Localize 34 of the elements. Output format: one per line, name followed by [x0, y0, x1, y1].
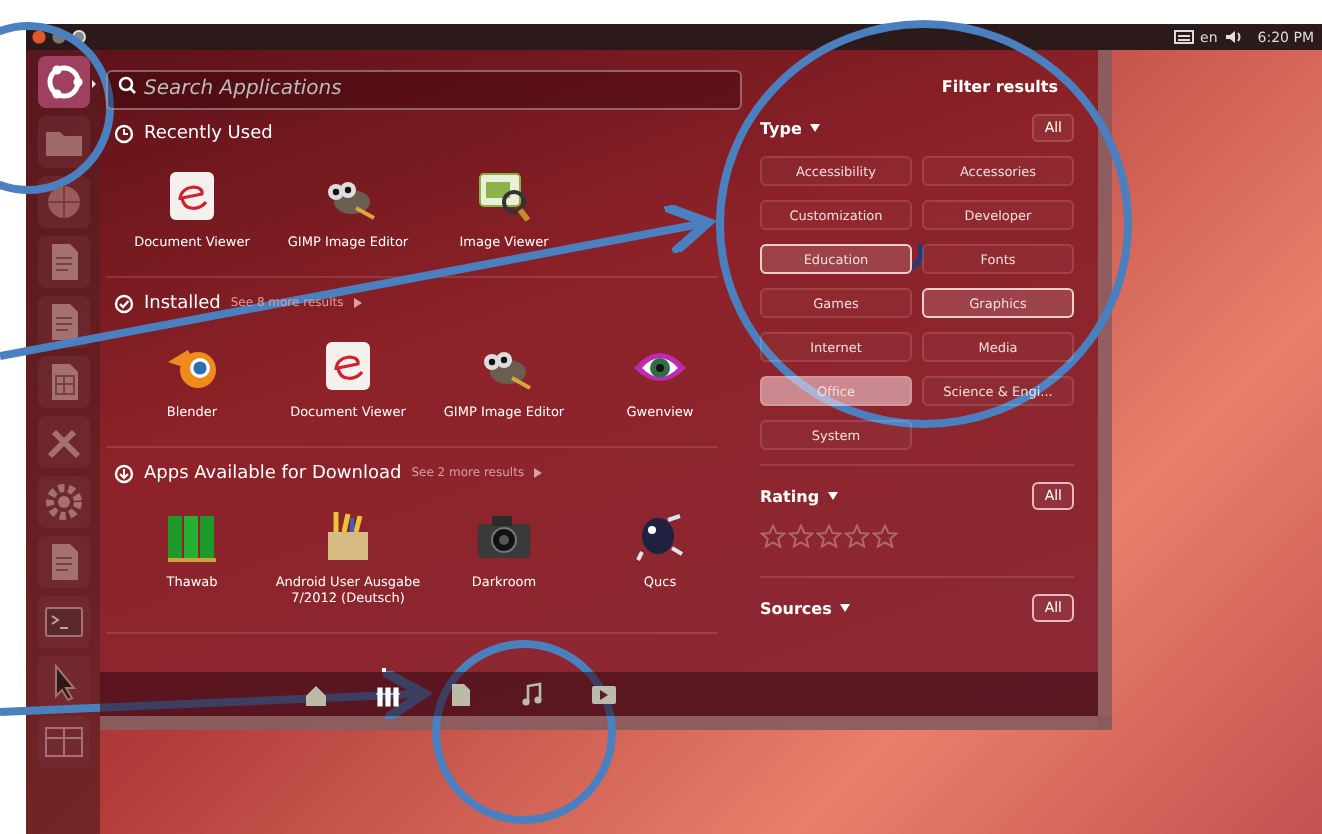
home-icon [301, 680, 329, 708]
section-title: Installed [144, 293, 221, 314]
keyboard-icon [1174, 30, 1195, 44]
caret-icon [839, 604, 850, 612]
caret-icon [534, 468, 543, 479]
star-icon [872, 524, 898, 548]
filter-title: Filter results [939, 78, 1060, 96]
volume-icon [1223, 30, 1244, 44]
minimize-icon [52, 30, 66, 44]
checkmark-circle-icon [114, 293, 134, 314]
filter-group-title[interactable]: Type [760, 119, 802, 137]
download-circle-icon [114, 463, 134, 484]
star-icon [788, 524, 814, 548]
caret-icon [827, 492, 838, 500]
clock-icon [114, 124, 134, 144]
star-icon [760, 524, 786, 548]
caret-icon [809, 124, 820, 132]
picture-magnifier-icon [476, 168, 532, 224]
search-field[interactable]: Search Applications [106, 69, 742, 109]
video-icon [589, 680, 617, 708]
section-title: Apps Available for Download [144, 463, 402, 484]
filter-group-title[interactable]: Sources [760, 599, 832, 617]
caret-icon [353, 298, 362, 309]
music-note-icon [517, 680, 545, 708]
star-icon [816, 524, 842, 548]
document-icon [320, 337, 376, 394]
section-title: Recently Used [144, 124, 273, 144]
filter-group-title[interactable]: Rating [760, 487, 820, 505]
close-icon [32, 30, 46, 44]
star-icon [844, 524, 870, 548]
document-icon [164, 168, 220, 224]
launcher-item[interactable] [37, 56, 89, 108]
search-icon [118, 76, 136, 94]
annotation-mark [910, 243, 924, 270]
